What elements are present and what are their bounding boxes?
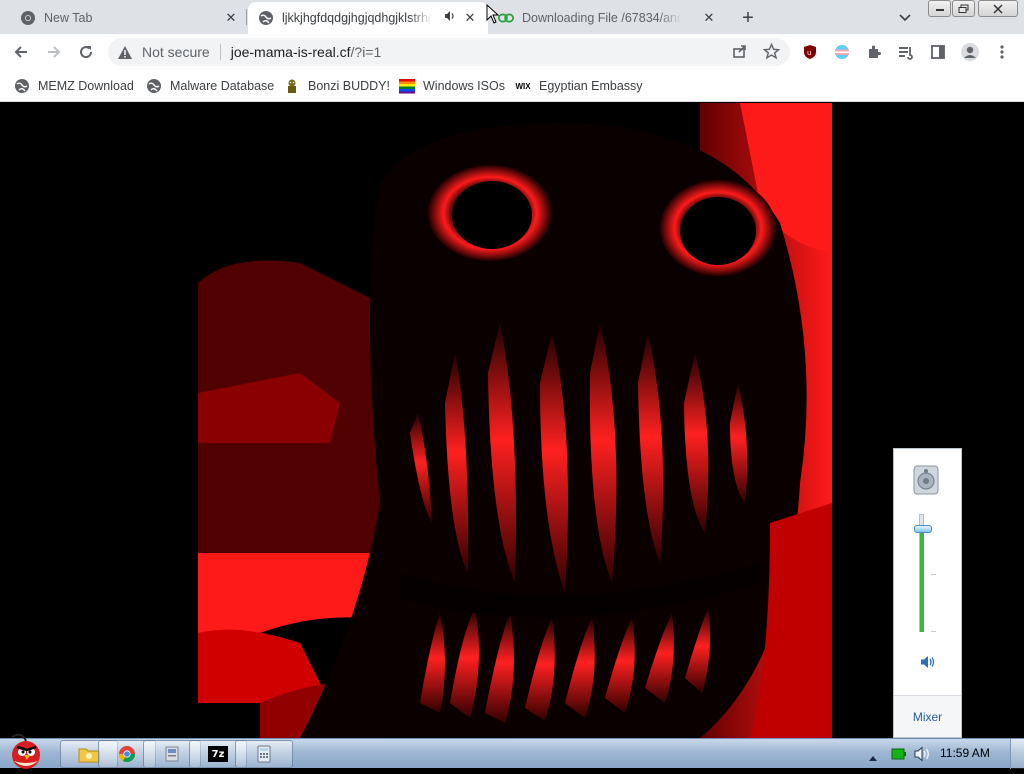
- close-tab-icon[interactable]: ✕: [700, 9, 718, 27]
- speaker-icon[interactable]: [444, 10, 456, 25]
- volume-flyout: Mixer: [893, 448, 962, 738]
- volume-slider[interactable]: [914, 514, 936, 636]
- bonzi-icon: [284, 78, 300, 94]
- divider: [219, 44, 221, 60]
- link-icon: [498, 10, 514, 26]
- network-battery-icon[interactable]: [891, 747, 907, 761]
- speaker-device-icon[interactable]: [911, 463, 943, 495]
- volume-thumb[interactable]: [914, 525, 932, 533]
- mixer-link[interactable]: Mixer: [894, 695, 961, 737]
- volume-tick: [931, 631, 936, 632]
- bookmark-malware-database[interactable]: Malware Database: [146, 76, 274, 96]
- browser-toolbar: Not secure joe-mama-is-real.cf/?i=1 u: [0, 34, 1024, 70]
- menu-kebab-icon[interactable]: [990, 40, 1014, 64]
- forward-button[interactable]: [42, 40, 66, 64]
- close-tab-icon[interactable]: ✕: [222, 9, 240, 27]
- address-bar[interactable]: Not secure joe-mama-is-real.cf/?i=1: [108, 38, 790, 66]
- globe-icon: [258, 10, 274, 26]
- tab-separator: [246, 9, 247, 25]
- 7zip-label: 7z: [208, 746, 228, 762]
- extensions-puzzle-icon[interactable]: [862, 40, 886, 64]
- tab-new-tab[interactable]: New Tab ✕: [12, 2, 244, 34]
- bookmark-label: Bonzi BUDDY!: [308, 79, 390, 93]
- profile-avatar-icon[interactable]: [958, 40, 982, 64]
- bookmark-windows-isos[interactable]: Windows ISOs: [399, 76, 505, 96]
- tab-title: New Tab: [44, 11, 93, 25]
- extension-stripes-icon[interactable]: [830, 40, 854, 64]
- tab-title: Downloading File /67834/android: [522, 11, 682, 25]
- new-tab-button[interactable]: +: [736, 6, 760, 30]
- bookmark-egyptian-embassy[interactable]: WIX Egyptian Embassy: [515, 76, 643, 96]
- speaker-icon[interactable]: [920, 654, 936, 670]
- start-button-angry-bird-icon[interactable]: [0, 733, 54, 769]
- tab-title: ljkkjhgfdqdgjhgjqdhgjklstrhgjkdfgh: [282, 11, 432, 25]
- tab-downloading[interactable]: Downloading File /67834/android ✕: [490, 2, 725, 34]
- taskbar: 7z 11:59 AM: [0, 733, 1024, 769]
- media-playlist-icon[interactable]: [894, 40, 918, 64]
- scary-face-image: [0, 103, 832, 738]
- minimize-button[interactable]: [928, 0, 951, 17]
- globe-icon: [146, 78, 162, 94]
- volume-level-fill: [920, 529, 924, 632]
- taskbar-clock[interactable]: 11:59 AM: [940, 746, 990, 760]
- page-content: [0, 103, 1024, 738]
- bookmark-label: Egyptian Embassy: [539, 79, 643, 93]
- close-window-button[interactable]: [978, 0, 1018, 17]
- security-label: Not secure: [142, 44, 210, 60]
- windows-flag-icon: [399, 78, 415, 94]
- show-desktop-button[interactable]: [1010, 739, 1024, 769]
- tab-strip: New Tab ✕ ljkkjhgfdqdgjhgjqdhgjklstrhgjk…: [0, 0, 1024, 34]
- volume-tick: [931, 574, 936, 575]
- reload-button[interactable]: [74, 40, 98, 64]
- close-tab-icon[interactable]: ✕: [461, 9, 479, 27]
- bookmark-label: MEMZ Download: [38, 79, 134, 93]
- bookmark-bonzi-buddy[interactable]: Bonzi BUDDY!: [284, 76, 390, 96]
- chevron-down-icon[interactable]: [895, 8, 915, 28]
- bookmark-memz-download[interactable]: MEMZ Download: [14, 76, 134, 96]
- bookmark-label: Malware Database: [170, 79, 275, 93]
- url-host: joe-mama-is-real.cf: [230, 44, 351, 60]
- chrome-icon: [20, 10, 36, 26]
- back-button[interactable]: [9, 40, 33, 64]
- wix-icon: WIX: [515, 81, 531, 91]
- ublock-icon[interactable]: u: [798, 40, 822, 64]
- tray-expand-icon[interactable]: [868, 749, 878, 761]
- restore-button[interactable]: [952, 0, 975, 17]
- side-panel-icon[interactable]: [926, 40, 950, 64]
- url-path: /?i=1: [350, 44, 382, 60]
- bookmark-star-icon[interactable]: [759, 39, 783, 63]
- globe-icon: [14, 78, 30, 94]
- tab-active[interactable]: ljkkjhgfdqdgjhgjqdhgjklstrhgjkdfgh ✕: [248, 2, 488, 34]
- calculator-icon[interactable]: [235, 740, 293, 768]
- mouse-cursor-icon: [486, 3, 500, 29]
- svg-text:u: u: [807, 49, 811, 57]
- warning-icon[interactable]: [116, 43, 134, 61]
- bookmark-label: Windows ISOs: [423, 79, 505, 93]
- share-icon[interactable]: [728, 39, 752, 63]
- bookmarks-bar: MEMZ Download Malware Database Bonzi BUD…: [0, 70, 1024, 102]
- volume-tray-icon[interactable]: [914, 746, 932, 762]
